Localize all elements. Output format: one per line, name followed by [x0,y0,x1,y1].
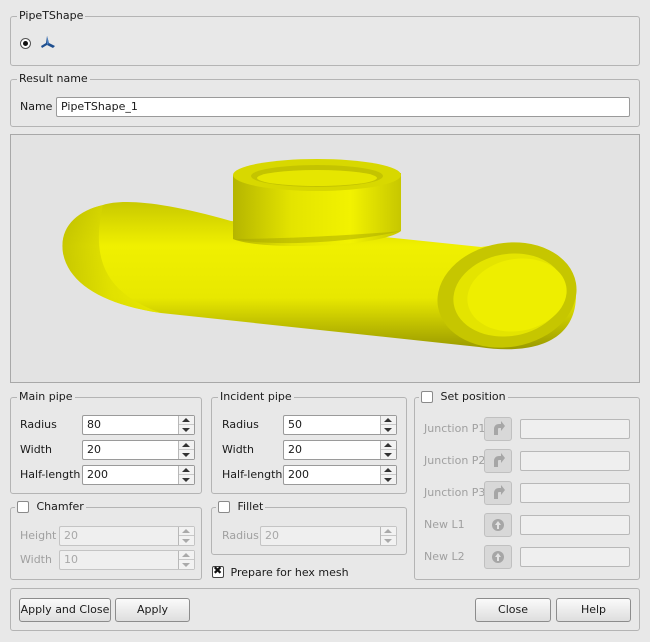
result-name-group: Result name Name PipeTShape_1 [10,72,640,127]
shape-type-title: PipeTShape [17,9,86,23]
chamfer-width-value: 10 [64,553,78,566]
chamfer-title-wrap: Chamfer [15,500,86,514]
incident-width-spinbox[interactable]: 20 [283,440,397,460]
set-position-label: Set position [440,390,506,403]
junction-p3-select-button[interactable] [484,481,512,505]
set-position-group: Set position Junction P1 Junction P2 Jun… [414,390,640,580]
result-name-title: Result name [17,72,90,86]
set-position-title-wrap: Set position [419,390,508,404]
select-arrow-icon [494,421,505,435]
spin-arrows-icon[interactable] [380,416,396,434]
main-width-spinbox[interactable]: 20 [82,440,195,460]
select-arrow-icon [494,485,505,499]
new-l1-field[interactable] [520,515,630,535]
fillet-label: Fillet [237,500,264,513]
select-point-icon [492,551,504,563]
new-l2-field[interactable] [520,547,630,567]
incident-half-length-value: 200 [288,468,309,481]
fillet-group: Fillet Radius 20 [211,500,407,555]
name-label: Name [20,100,53,113]
pipe-tshape-3d-model [62,159,577,350]
chamfer-width-label: Width [20,553,52,566]
chamfer-label: Chamfer [36,500,84,513]
chamfer-group: Chamfer Height 20 Width 10 [10,500,202,580]
set-position-checkbox[interactable] [421,391,433,403]
fillet-title-wrap: Fillet [216,500,266,514]
spin-arrows-icon[interactable] [380,466,396,484]
spin-arrows-icon[interactable] [178,416,194,434]
spin-arrows-icon[interactable] [178,551,194,569]
junction-p2-select-button[interactable] [484,449,512,473]
preview-viewer[interactable] [10,134,640,383]
junction-p3-field[interactable] [520,483,630,503]
junction-p2-label: Junction P2 [424,454,486,467]
select-point-icon [492,519,504,531]
incident-radius-value: 50 [288,418,302,431]
spin-arrows-icon[interactable] [178,527,194,545]
main-radius-spinbox[interactable]: 80 [82,415,195,435]
pipe-tshape-icon [41,36,55,48]
name-input[interactable]: PipeTShape_1 [56,97,630,117]
main-half-length-value: 200 [87,468,108,481]
main-width-value: 20 [87,443,101,456]
chamfer-width-spinbox[interactable]: 10 [59,550,195,570]
incident-half-length-spinbox[interactable]: 200 [283,465,397,485]
new-l2-label: New L2 [424,550,465,563]
main-radius-value: 80 [87,418,101,431]
junction-p1-field[interactable] [520,419,630,439]
spin-arrows-icon[interactable] [380,441,396,459]
incident-radius-label: Radius [222,418,259,431]
chamfer-height-spinbox[interactable]: 20 [59,526,195,546]
main-half-length-label: Half-length [20,468,81,481]
fillet-checkbox[interactable] [218,501,230,513]
main-half-length-spinbox[interactable]: 200 [82,465,195,485]
hex-mesh-checkbox[interactable] [212,564,224,578]
fillet-radius-spinbox[interactable]: 20 [260,526,397,546]
incident-width-value: 20 [288,443,302,456]
main-radius-label: Radius [20,418,57,431]
shape-type-group: PipeTShape [10,9,640,66]
spin-arrows-icon[interactable] [178,441,194,459]
button-bar: Apply and Close Apply Close Help [10,588,640,631]
incident-pipe-group: Incident pipe Radius 50 Width 20 Half-le… [211,390,407,494]
hex-mesh-label: Prepare for hex mesh [230,565,349,579]
fillet-radius-label: Radius [222,529,259,542]
main-pipe-title: Main pipe [17,390,75,404]
select-arrow-icon [494,453,505,467]
fillet-radius-value: 20 [265,529,279,542]
chamfer-height-label: Height [20,529,57,542]
close-button[interactable]: Close [475,598,551,622]
junction-p3-label: Junction P3 [424,486,486,499]
incident-half-length-label: Half-length [222,468,283,481]
apply-button[interactable]: Apply [115,598,190,622]
junction-p1-select-button[interactable] [484,417,512,441]
new-l2-select-button[interactable] [484,545,512,569]
chamfer-checkbox[interactable] [17,501,29,513]
new-l1-select-button[interactable] [484,513,512,537]
apply-and-close-button[interactable]: Apply and Close [19,598,111,622]
new-l1-label: New L1 [424,518,465,531]
junction-p1-label: Junction P1 [424,422,486,435]
main-pipe-group: Main pipe Radius 80 Width 20 Half-length… [10,390,202,494]
spin-arrows-icon[interactable] [178,466,194,484]
incident-width-label: Width [222,443,254,456]
junction-p2-field[interactable] [520,451,630,471]
help-button[interactable]: Help [556,598,631,622]
pipe-tshape-radio[interactable] [20,38,31,49]
chamfer-height-value: 20 [64,529,78,542]
spin-arrows-icon[interactable] [380,527,396,545]
main-width-label: Width [20,443,52,456]
incident-pipe-title: Incident pipe [218,390,294,404]
hex-mesh-option[interactable]: Prepare for hex mesh [212,564,349,579]
incident-radius-spinbox[interactable]: 50 [283,415,397,435]
